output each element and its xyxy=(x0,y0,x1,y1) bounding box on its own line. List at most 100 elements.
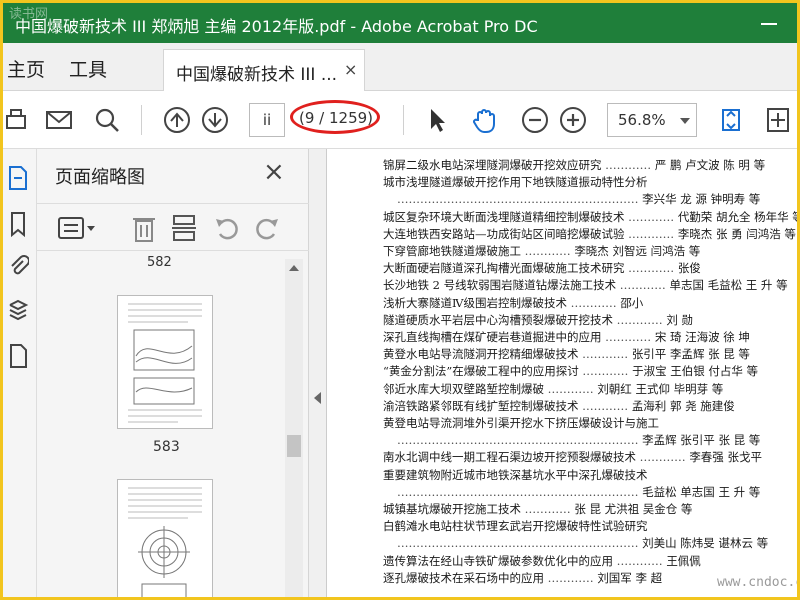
toolbar: ii (9 / 1259) 56.8% xyxy=(3,91,797,149)
toc-entry-authors: 代勤荣 胡允全 杨年华 等 xyxy=(677,209,797,224)
minimize-button[interactable] xyxy=(755,9,785,37)
layers-icon[interactable] xyxy=(7,297,29,323)
zoom-out-icon[interactable] xyxy=(521,106,549,134)
toc-leader-dots: ………… xyxy=(636,450,690,465)
toc-entry[interactable]: 锦屏二级水电站深埋隧洞爆破开挖效应研究 ………… 严 鹏 卢文波 陈 明 等 xyxy=(383,157,765,173)
toc-entry-authors: 宋 琦 汪海波 徐 坤 xyxy=(654,330,750,344)
options-menu-icon[interactable] xyxy=(57,214,97,242)
toc-entry[interactable]: 城市浅埋隧道爆破开挖作用下地铁隧道振动特性分析 xyxy=(383,174,648,190)
toc-entry-title: 黄登水电站导流隧洞开挖精细爆破技术 xyxy=(383,347,579,362)
toc-entry[interactable]: 长沙地铁 2 号线软弱围岩隧道钻爆法施工技术 ………… 单志国 毛益松 王 升 … xyxy=(383,277,788,293)
toc-entry[interactable]: 下穿管廊地铁隧道爆破施工 ………… 李晓杰 刘智远 闫鸿浩 等 xyxy=(383,243,700,259)
toc-entry-title: 城区复杂环境大断面浅埋隧道精细控制爆破技术 xyxy=(383,209,625,224)
toc-entry[interactable]: 黄登电站导流洞堆外引渠开挖水下挤压爆破设计与施工 xyxy=(383,415,659,431)
toc-entry[interactable]: 隧道硬质水平岩层中心沟槽预裂爆破开挖技术 ………… 刘 勋 xyxy=(383,312,693,328)
document-watermark: www.cndoc.com xyxy=(717,575,797,590)
highlight-ellipse xyxy=(290,100,380,134)
rotate-left-icon[interactable] xyxy=(213,213,241,243)
toc-entry-title: 下穿管廊地铁隧道爆破施工 xyxy=(383,244,521,258)
toc-leader-dots: ………… xyxy=(521,502,575,516)
tab-close-button[interactable]: × xyxy=(344,60,357,79)
thumbnail-list: 582 583 xyxy=(37,253,283,597)
thumbnail-page[interactable] xyxy=(117,479,213,597)
attachment-icon[interactable] xyxy=(7,253,29,279)
page-up-icon[interactable] xyxy=(163,106,191,134)
toc-entry-authors: 李兴华 龙 源 钟明寿 等 xyxy=(642,192,761,207)
toc-entry-authors: 刘国军 李 超 xyxy=(597,570,663,585)
panel-toolbar xyxy=(37,203,309,251)
toc-leader-dots: ………… xyxy=(616,278,670,293)
nav-home[interactable]: 主页 xyxy=(7,55,45,82)
toc-entry[interactable]: 大断面硬岩隧道深孔掏槽光面爆破施工技术研究 ………… 张俊 xyxy=(383,260,701,276)
page-down-icon[interactable] xyxy=(201,106,229,134)
toc-leader-dots: ………… xyxy=(624,226,678,241)
toc-entry[interactable]: ……………………………………………………… 毛益松 单志国 王 升 等 xyxy=(397,484,760,500)
toc-entry-title: 长沙地铁 2 号线软弱围岩隧道钻爆法施工技术 xyxy=(383,278,617,293)
toc-entry[interactable]: 大连地铁西安路站—功成街站区间暗挖爆破试验 ………… 李晓杰 张 勇 闫鸿浩 等 xyxy=(383,226,796,242)
page-number-input[interactable]: ii xyxy=(249,103,285,137)
zoom-in-icon[interactable] xyxy=(559,106,587,134)
toc-entry-authors: 李晓杰 张 勇 闫鸿浩 等 xyxy=(677,226,796,241)
toc-leader-dots: ………… xyxy=(624,261,678,276)
toc-entry-authors: 刘 勋 xyxy=(666,312,693,327)
page-thumbnails-icon[interactable] xyxy=(7,165,29,191)
thumbnail-page-label: 583 xyxy=(153,439,180,455)
toc-entry-title: 深孔直线掏槽在煤矿硬岩巷道掘进中的应用 xyxy=(383,330,602,344)
toc-entry-title: 遗传算法在经山寺铁矿爆破参数优化中的应用 xyxy=(383,553,613,568)
scroll-up-icon[interactable] xyxy=(289,265,299,271)
print-icon[interactable] xyxy=(5,106,33,134)
toc-entry-title: “黄金分割法”在爆破工程中的应用探讨 xyxy=(383,364,579,379)
rotate-right-icon[interactable] xyxy=(253,213,281,243)
fit-page-icon[interactable] xyxy=(717,106,745,134)
tab-bar: 主页 工具 中国爆破新技术 III ... × xyxy=(3,43,797,91)
thumbnail-scrollbar[interactable] xyxy=(285,259,303,597)
bookmark-icon[interactable] xyxy=(7,211,29,237)
toc-entry[interactable]: 白鹤滩水电站柱状节理玄武岩开挖爆破特性试验研究 xyxy=(383,518,648,534)
nav-tools[interactable]: 工具 xyxy=(69,55,107,82)
full-screen-icon[interactable] xyxy=(765,106,793,134)
toc-entry[interactable]: ……………………………………………………… 李兴华 龙 源 钟明寿 等 xyxy=(397,191,760,207)
tab-document[interactable]: 中国爆破新技术 III ... × xyxy=(163,49,365,91)
toc-entry-authors: 邵小 xyxy=(620,295,644,310)
chevron-down-icon xyxy=(680,118,690,124)
toc-entry[interactable]: 渝涪铁路紧邻既有线扩堑控制爆破技术 ………… 孟海利 郭 尧 施建俊 xyxy=(383,398,735,414)
toc-leader-dots: ………… xyxy=(544,381,598,396)
thumbnail-page[interactable] xyxy=(117,295,213,429)
toc-entry[interactable]: 邻近水库大坝双壁路堑控制爆破 ………… 刘朝红 王式仰 毕明芽 等 xyxy=(383,381,723,397)
extract-pages-icon[interactable] xyxy=(171,213,197,243)
select-cursor-icon[interactable] xyxy=(423,106,451,134)
toc-entry-authors: 严 鹏 卢文波 陈 明 等 xyxy=(654,158,766,172)
toc-entry[interactable]: “黄金分割法”在爆破工程中的应用探讨 ………… 于淑宝 王伯银 付占华 等 xyxy=(383,363,758,379)
document-view[interactable]: 锦屏二级水电站深埋隧洞爆破开挖效应研究 ………… 严 鹏 卢文波 陈 明 等城市… xyxy=(327,149,797,597)
window-title: 中国爆破新技术 III 郑炳旭 主编 2012年版.pdf - Adobe Ac… xyxy=(15,17,538,36)
email-icon[interactable] xyxy=(45,106,73,134)
toc-entry[interactable]: 城区复杂环境大断面浅埋隧道精细控制爆破技术 ………… 代勤荣 胡允全 杨年华 等 xyxy=(383,209,797,225)
hand-tool-icon[interactable] xyxy=(471,106,499,134)
toc-entry[interactable]: 深孔直线掏槽在煤矿硬岩巷道掘进中的应用 ………… 宋 琦 汪海波 徐 坤 xyxy=(383,329,750,345)
toc-entry-title: 黄登电站导流洞堆外引渠开挖水下挤压爆破设计与施工 xyxy=(383,416,659,430)
toc-entry-title: 浅析大寨隧道Ⅳ级围岩控制爆破技术 xyxy=(383,295,567,310)
toc-entry[interactable]: 逐孔爆破技术在采石场中的应用 ………… 刘国军 李 超 xyxy=(383,570,662,586)
search-icon[interactable] xyxy=(93,106,121,134)
panel-close-button[interactable]: × xyxy=(263,157,285,187)
delete-icon[interactable] xyxy=(131,213,157,243)
toc-entry-title: 城镇基坑爆破开挖施工技术 xyxy=(383,502,521,516)
panel-collapse-handle[interactable] xyxy=(309,149,327,597)
toc-entry[interactable]: 遗传算法在经山寺铁矿爆破参数优化中的应用 ………… 王佩佩 xyxy=(383,553,701,569)
toc-entry[interactable]: 黄登水电站导流隧洞开挖精细爆破技术 ………… 张引平 李孟辉 张 昆 等 xyxy=(383,346,750,362)
toc-entry[interactable]: 城镇基坑爆破开挖施工技术 ………… 张 昆 尤洪祖 吴金仓 等 xyxy=(383,501,692,517)
toc-entry-title: 城市浅埋隧道爆破开挖作用下地铁隧道振动特性分析 xyxy=(383,175,648,190)
toc-entry[interactable]: 浅析大寨隧道Ⅳ级围岩控制爆破技术 ………… 邵小 xyxy=(383,295,643,311)
toc-entry-authors: 刘美山 陈炜旻 谌林云 等 xyxy=(642,536,769,551)
toc-entry[interactable]: ……………………………………………………… 李孟辉 张引平 张 昆 等 xyxy=(397,432,760,448)
toc-entry-authors: 王佩佩 xyxy=(666,553,701,568)
toc-entry-title: 锦屏二级水电站深埋隧洞爆破开挖效应研究 xyxy=(383,158,602,172)
toc-entry-authors: 于淑宝 王伯银 付占华 等 xyxy=(632,364,759,379)
scrollbar-thumb[interactable] xyxy=(287,435,301,457)
toc-entry[interactable]: ……………………………………………………… 刘美山 陈炜旻 谌林云 等 xyxy=(397,535,768,551)
toc-entry[interactable]: 重要建筑物附近城市地铁深基坑水平中深孔爆破技术 xyxy=(383,467,648,483)
toc-entry[interactable]: 南水北调中线一期工程石渠边坡开挖预裂爆破技术 ………… 李春强 张戈平 xyxy=(383,449,762,465)
toc-leader-dots: ………… xyxy=(613,553,667,568)
document-icon[interactable] xyxy=(7,343,29,369)
zoom-select[interactable]: 56.8% xyxy=(607,103,697,137)
